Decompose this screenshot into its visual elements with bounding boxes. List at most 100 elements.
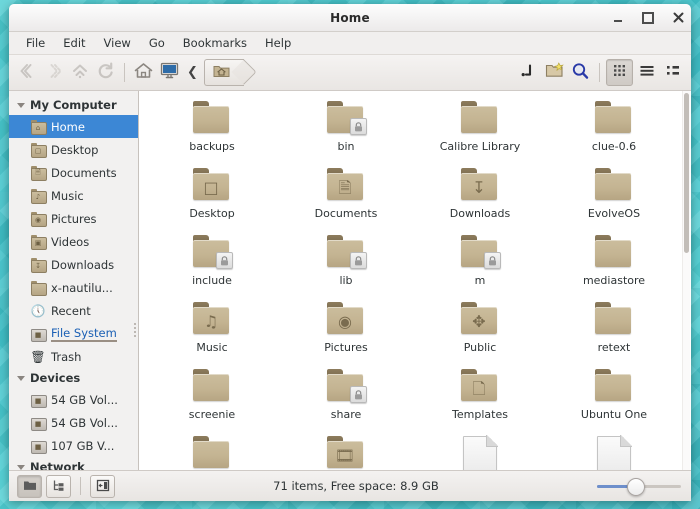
sidebar-group-devices[interactable]: Devices xyxy=(9,368,138,388)
home-icon xyxy=(133,61,154,84)
file-item[interactable]: clue-0.6 xyxy=(547,97,681,164)
chevron-left-icon[interactable]: ❮ xyxy=(185,65,202,80)
back-button[interactable] xyxy=(15,60,40,85)
sidebar-item-x-nautilus[interactable]: x-nautilu... xyxy=(9,276,138,299)
file-item-label: mediastore xyxy=(583,274,645,287)
file-item[interactable]: 🎞Videos xyxy=(279,432,413,470)
icon-grid: backupsbinCalibre Libraryclue-0.6 □Deskto… xyxy=(139,91,691,470)
file-item[interactable]: ✥Public xyxy=(413,298,547,365)
file-manager-window: Home File Edit View Go Bookmarks Help xyxy=(9,4,691,501)
menu-help[interactable]: Help xyxy=(256,34,300,52)
menu-go[interactable]: Go xyxy=(140,34,174,52)
reload-button[interactable] xyxy=(93,60,118,85)
sidebar-item-documents[interactable]: 🗎 Documents xyxy=(9,161,138,184)
vertical-scrollbar[interactable] xyxy=(682,91,690,470)
home-folder-icon xyxy=(213,63,230,82)
sidebar-group-network[interactable]: Network xyxy=(9,457,138,470)
new-folder-icon xyxy=(545,62,564,83)
file-item[interactable]: share xyxy=(279,365,413,432)
zoom-slider[interactable] xyxy=(597,477,681,495)
forward-arrow-icon xyxy=(44,62,64,84)
file-item-label: m xyxy=(475,274,486,287)
chevron-down-icon xyxy=(17,465,25,470)
file-item-label: retext xyxy=(598,341,631,354)
file-item[interactable]: lib xyxy=(279,231,413,298)
sidebar-group-my-computer[interactable]: My Computer xyxy=(9,95,138,115)
up-button[interactable] xyxy=(67,60,92,85)
computer-button[interactable] xyxy=(157,60,182,85)
lock-emblem-icon xyxy=(350,252,367,269)
file-item[interactable]: m xyxy=(413,231,547,298)
file-item[interactable]: ♫Music xyxy=(145,298,279,365)
home-button[interactable] xyxy=(131,60,156,85)
file-item-label: screenie xyxy=(189,408,235,421)
sidebar[interactable]: My Computer ⌂ Home ▢ Desktop 🗎 Documents… xyxy=(9,91,139,470)
close-button[interactable] xyxy=(671,11,685,25)
folder-icon xyxy=(31,281,45,294)
file-item[interactable]: all_databases_backup. xyxy=(413,432,547,470)
terminal-button[interactable] xyxy=(516,60,541,85)
sidebar-item-music[interactable]: ♪ Music xyxy=(9,184,138,207)
sidebar-item-desktop[interactable]: ▢ Desktop xyxy=(9,138,138,161)
file-item[interactable]: 🗋 Templates xyxy=(413,365,547,432)
sidebar-item-home[interactable]: ⌂ Home xyxy=(9,115,138,138)
sidebar-item-downloads[interactable]: ↧ Downloads xyxy=(9,253,138,276)
toggle-sidebar-button[interactable] xyxy=(90,475,115,498)
menu-file[interactable]: File xyxy=(17,34,54,52)
sidebar-item-pictures[interactable]: ◉ Pictures xyxy=(9,207,138,230)
sidebar-item-trash[interactable]: 🗑 Trash xyxy=(9,345,138,368)
sidebar-item-videos[interactable]: ▣ Videos xyxy=(9,230,138,253)
forward-button[interactable] xyxy=(41,60,66,85)
folder-emblem-music-icon: ♫ xyxy=(193,309,229,334)
file-item[interactable]: mediastore xyxy=(547,231,681,298)
file-list-view[interactable]: backupsbinCalibre Libraryclue-0.6 □Deskto… xyxy=(139,91,691,470)
file-item[interactable]: Ubuntu One xyxy=(547,365,681,432)
sidebar-item-volume-1[interactable]: ■ 54 GB Vol... xyxy=(9,388,138,411)
maximize-button[interactable] xyxy=(641,11,655,25)
new-folder-button[interactable] xyxy=(542,60,567,85)
file-item[interactable]: screenie xyxy=(145,365,279,432)
view-compact-button[interactable] xyxy=(660,60,685,85)
minimize-button[interactable] xyxy=(611,11,625,25)
file-item[interactable]: retext xyxy=(547,298,681,365)
file-item[interactable]: all_dbs.sql xyxy=(547,432,681,470)
folder-icon xyxy=(191,235,233,271)
places-view-button[interactable] xyxy=(17,475,42,498)
sidebar-resize-handle[interactable] xyxy=(134,323,136,337)
menu-edit[interactable]: Edit xyxy=(54,34,94,52)
file-item[interactable]: EvolveOS xyxy=(547,164,681,231)
file-item[interactable]: □Desktop xyxy=(145,164,279,231)
lock-emblem-icon xyxy=(484,252,501,269)
folder-icon xyxy=(459,101,501,137)
sidebar-item-volume-2[interactable]: ■ 54 GB Vol... xyxy=(9,411,138,434)
view-list-button[interactable] xyxy=(634,60,659,85)
file-item[interactable]: uget xyxy=(145,432,279,470)
sidebar-item-file-system[interactable]: ■ File System xyxy=(9,322,138,345)
breadcrumb-item-home[interactable] xyxy=(204,59,244,86)
sidebar-item-volume-3[interactable]: ■ 107 GB V... xyxy=(9,434,138,457)
file-item-label: Templates xyxy=(452,408,508,421)
menubar: File Edit View Go Bookmarks Help xyxy=(9,32,691,55)
view-icons-button[interactable] xyxy=(606,59,633,86)
file-item[interactable]: 🗎Documents xyxy=(279,164,413,231)
folder-icon: 🗋 xyxy=(459,369,501,405)
file-item[interactable]: backups xyxy=(145,97,279,164)
scrollbar-thumb[interactable] xyxy=(684,93,689,253)
file-item[interactable]: include xyxy=(145,231,279,298)
sidebar-group-label: My Computer xyxy=(30,98,117,112)
file-item[interactable]: ◉Pictures xyxy=(279,298,413,365)
sidebar-item-recent[interactable]: 🕔 Recent xyxy=(9,299,138,322)
file-item[interactable]: Calibre Library xyxy=(413,97,547,164)
search-button[interactable] xyxy=(568,60,593,85)
folder-icon: 🗎 xyxy=(325,168,367,204)
tree-view-button[interactable] xyxy=(46,475,71,498)
menu-bookmarks[interactable]: Bookmarks xyxy=(174,34,256,52)
zoom-slider-knob[interactable] xyxy=(627,478,645,496)
menu-view[interactable]: View xyxy=(95,34,140,52)
file-item[interactable]: bin xyxy=(279,97,413,164)
lock-emblem-icon xyxy=(350,118,367,135)
breadcrumb: ❮ xyxy=(185,59,244,86)
window-title: Home xyxy=(9,11,691,25)
toolbar-separator xyxy=(124,63,125,82)
file-item[interactable]: ↧Downloads xyxy=(413,164,547,231)
